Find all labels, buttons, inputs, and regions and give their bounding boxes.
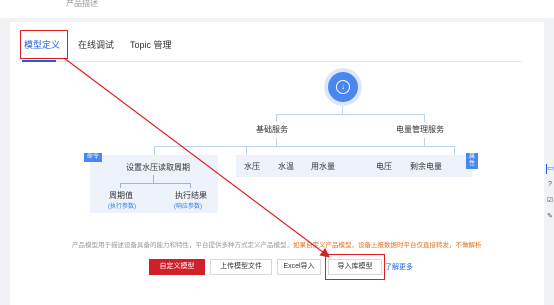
annotation-box-import bbox=[325, 254, 385, 280]
param-sub: (执行参数) bbox=[108, 204, 136, 210]
connector-line bbox=[154, 146, 454, 147]
excel-import-button[interactable]: Excel导入 bbox=[277, 259, 321, 275]
connector-line bbox=[154, 146, 155, 155]
right-toolbar: ▭ ? ☑ ✎ bbox=[546, 160, 554, 225]
checklist-icon[interactable]: ☑ bbox=[546, 196, 554, 206]
result-sub: (响应参数) bbox=[174, 204, 202, 210]
connector-line bbox=[276, 114, 277, 122]
connector-line bbox=[120, 183, 190, 184]
connector-line bbox=[276, 114, 424, 115]
property-item: 水温 bbox=[278, 162, 294, 171]
top-strip: 产品描述 bbox=[0, 0, 554, 18]
connector-line bbox=[276, 138, 277, 146]
property-tag: 属性 bbox=[466, 153, 479, 169]
chat-icon[interactable]: ▭ bbox=[546, 164, 554, 174]
note-text: 产品模型用于描述设备具备的能力和特性，平台提供多种方式定义产品模型， bbox=[72, 242, 293, 249]
note-warning: 如果自定义产品模型，设备上报数据时平台仅直接转发，不做解析 bbox=[293, 242, 482, 249]
connector-line bbox=[120, 183, 121, 188]
command-tag: 命令 bbox=[84, 153, 103, 162]
annotation-box-tab bbox=[20, 30, 68, 59]
model-note: 产品模型用于描述设备具备的能力和特性，平台提供多种方式定义产品模型，如果自定义产… bbox=[72, 239, 538, 249]
property-item: 用水量 bbox=[311, 162, 335, 171]
connector-line bbox=[342, 102, 343, 114]
group-power-service: 电量管理服务 bbox=[396, 125, 444, 134]
group-basic-service: 基础服务 bbox=[256, 125, 288, 134]
learn-more-link[interactable]: 了解更多 bbox=[385, 262, 413, 272]
product-desc-label: 产品描述 bbox=[66, 0, 98, 8]
connector-line bbox=[454, 146, 455, 155]
connector-line bbox=[424, 138, 425, 146]
param-label: 周期值 bbox=[109, 191, 133, 200]
help-icon[interactable]: ? bbox=[546, 180, 554, 190]
upload-model-file-button[interactable]: 上传模型文件 bbox=[210, 259, 272, 275]
property-item: 剩余电量 bbox=[410, 162, 442, 171]
feedback-icon[interactable]: ✎ bbox=[546, 212, 554, 222]
result-label: 执行结果 bbox=[175, 191, 207, 200]
custom-model-button[interactable]: 自定义模型 bbox=[149, 259, 205, 275]
connector-line bbox=[246, 146, 247, 155]
connector-line bbox=[190, 183, 191, 188]
connector-line bbox=[424, 114, 425, 122]
connector-line bbox=[153, 175, 154, 183]
properties-box: 属性 水压 水温 用水量 电压 剩余电量 bbox=[236, 153, 479, 177]
command-title: 设置水压读取周期 bbox=[126, 163, 190, 172]
root-model-node: ↓ bbox=[328, 72, 358, 102]
model-card: 模型定义 在线调试 Topic 管理 ↓ 基础服务 电量管理服务 命令 设置水压… bbox=[10, 22, 544, 305]
property-item: 水压 bbox=[244, 162, 260, 171]
property-item: 电压 bbox=[376, 162, 392, 171]
command-box: 命令 设置水压读取周期 周期值 (执行参数) 执行结果 (响应参数) bbox=[84, 153, 218, 213]
model-icon: ↓ bbox=[336, 80, 350, 94]
